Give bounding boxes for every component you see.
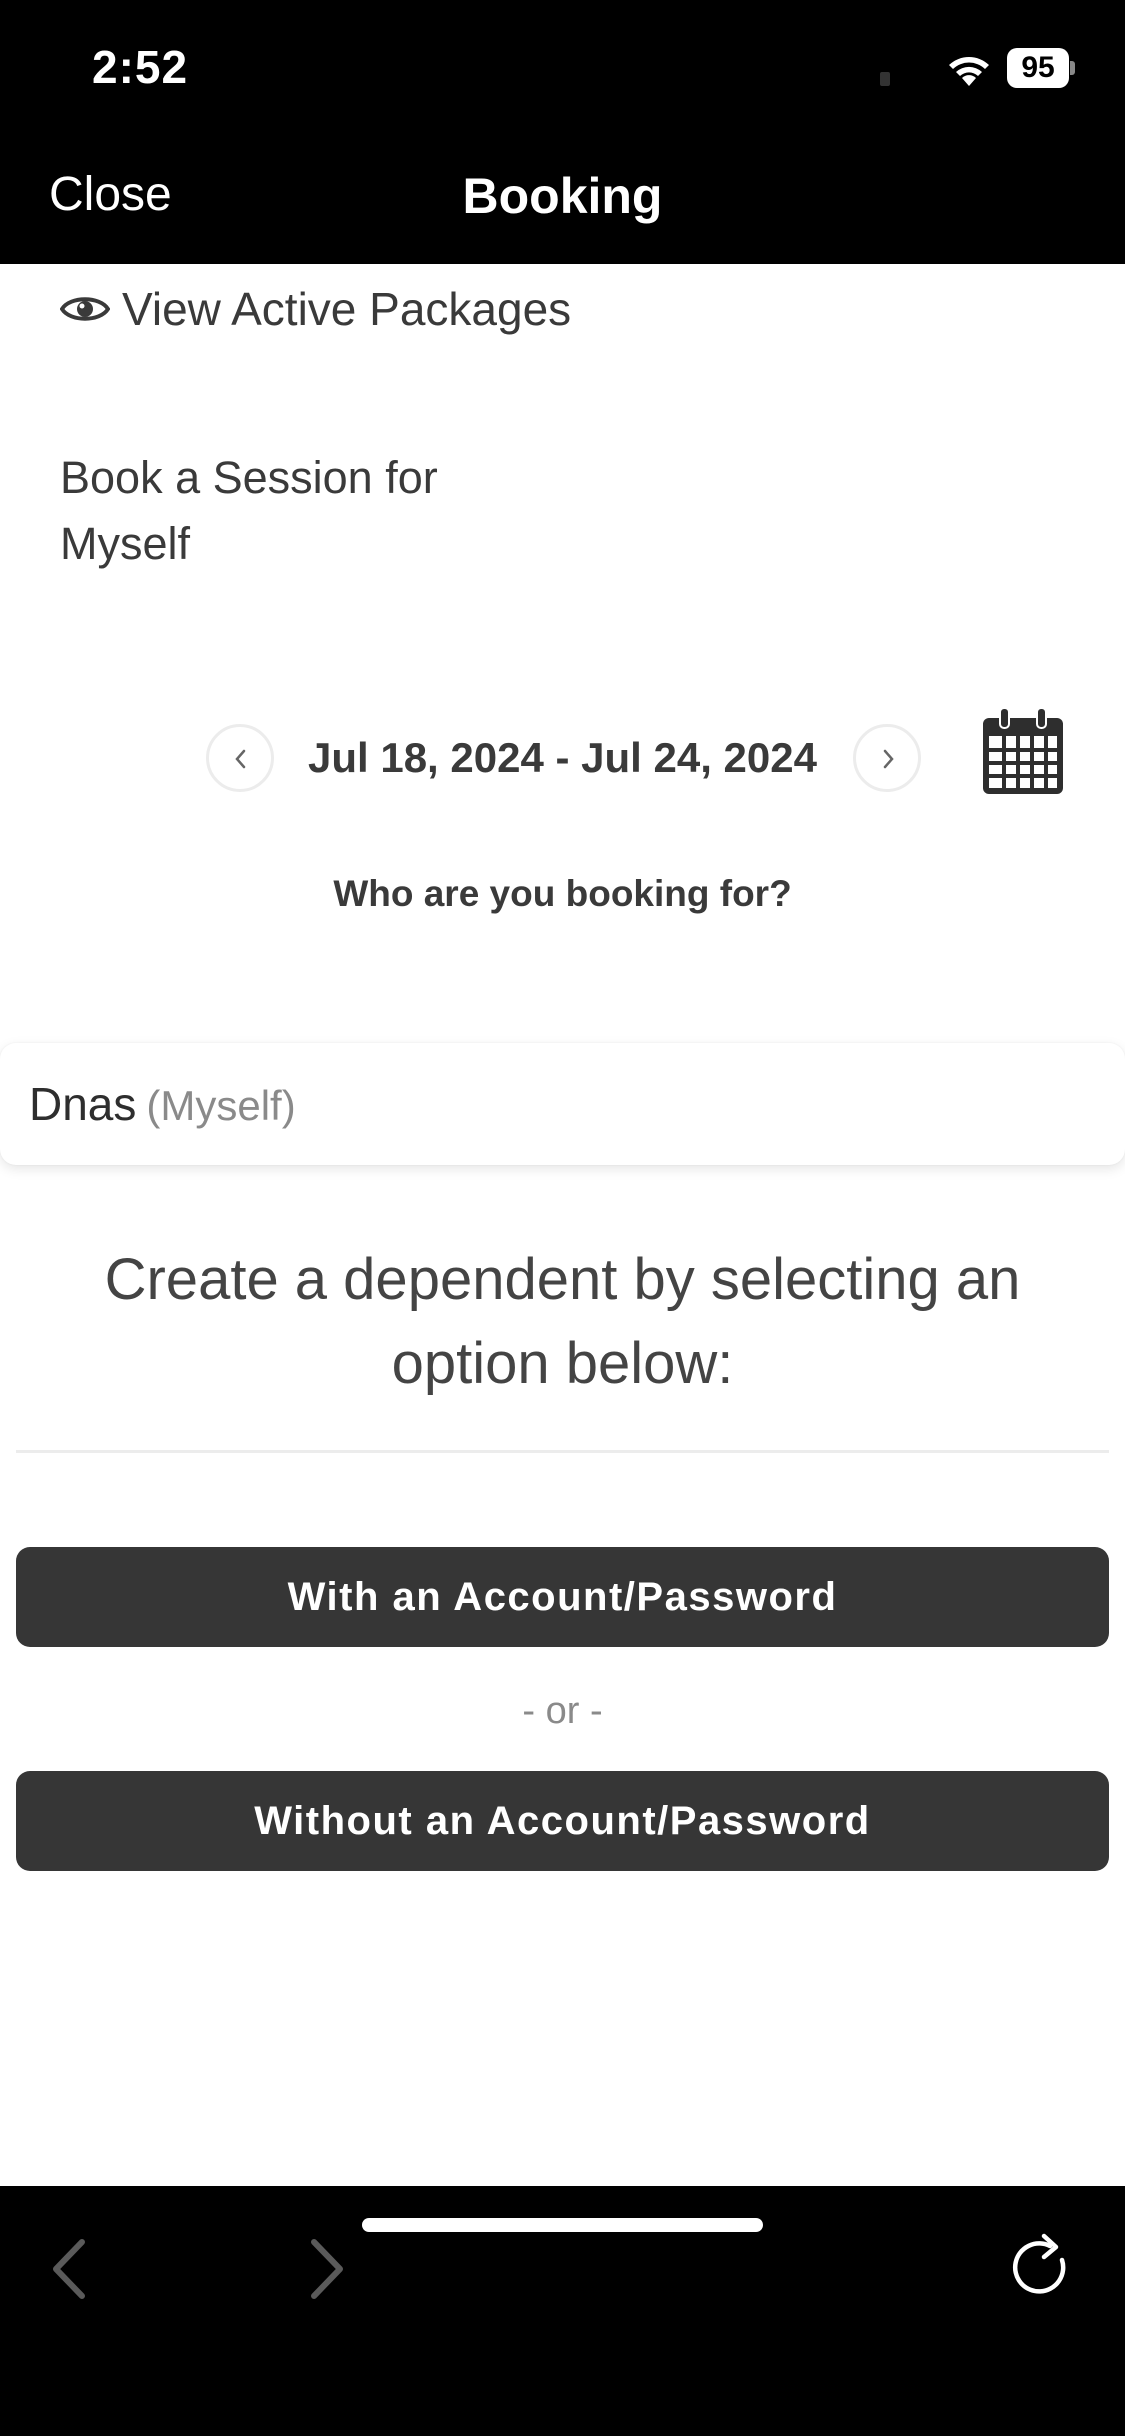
back-arrow-icon[interactable] (44, 2234, 94, 2304)
eye-icon (60, 297, 110, 321)
with-account-button[interactable]: With an Account/Password (16, 1547, 1109, 1647)
chevron-right-icon (883, 749, 894, 769)
without-account-button[interactable]: Without an Account/Password (16, 1771, 1109, 1871)
battery-level: 95 (1007, 48, 1069, 88)
or-separator: - or - (522, 1690, 603, 1732)
person-name: Dnas (29, 1078, 137, 1130)
cellular-signal-icon (880, 72, 890, 86)
forward-arrow-icon[interactable] (302, 2234, 352, 2304)
who-booking-for-heading: Who are you booking for? (333, 873, 792, 914)
next-week-button[interactable] (853, 724, 921, 792)
reload-icon[interactable] (1004, 2230, 1080, 2306)
date-range: Jul 18, 2024 - Jul 24, 2024 (307, 734, 817, 781)
wifi-icon (949, 57, 989, 86)
previous-week-button[interactable] (206, 724, 274, 792)
view-active-packages-label: View Active Packages (122, 283, 572, 335)
battery-icon: 95 (1007, 48, 1075, 88)
nav-bar: Close Booking (0, 135, 1125, 264)
status-bar: 2:52 95 (0, 0, 1125, 135)
create-dependent-text: Create a dependent by selecting an optio… (104, 1247, 1021, 1396)
home-indicator[interactable] (362, 2218, 763, 2232)
view-active-packages-link[interactable]: View Active Packages (60, 282, 571, 336)
calendar-icon[interactable] (980, 706, 1066, 798)
book-session-link[interactable]: Book a Session for Myself (60, 445, 480, 577)
person-tag: (Myself) (146, 1082, 296, 1129)
chevron-left-icon (235, 749, 246, 769)
person-option-myself[interactable]: Dnas (Myself) (0, 1043, 1125, 1165)
page-title: Booking (462, 168, 663, 224)
status-time: 2:52 (92, 41, 189, 93)
divider (16, 1450, 1109, 1453)
